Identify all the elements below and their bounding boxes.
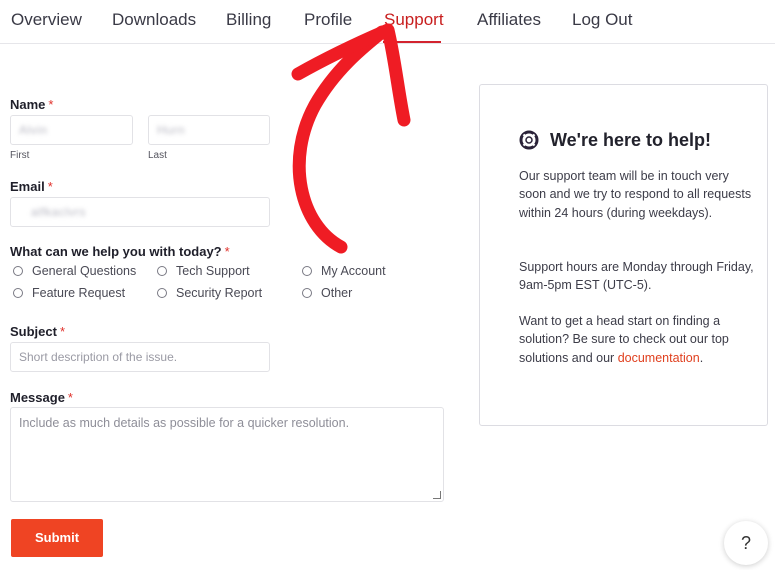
message-textarea[interactable]: Include as much details as possible for … xyxy=(10,407,444,502)
radio-circle[interactable] xyxy=(13,288,23,298)
radio-label: Other xyxy=(321,286,353,300)
radio-circle[interactable] xyxy=(13,266,23,276)
topic-label-text: What can we help you with today? xyxy=(10,244,222,259)
first-sublabel: First xyxy=(10,150,30,161)
radio-label: Security Report xyxy=(176,286,263,300)
last-sublabel: Last xyxy=(148,150,167,161)
subject-placeholder: Short description of the issue. xyxy=(19,350,178,364)
required-mark: * xyxy=(59,324,66,339)
help-card: We're here to help! Our support team wil… xyxy=(479,84,768,426)
tab-billing[interactable]: Billing xyxy=(226,10,271,30)
tab-downloads[interactable]: Downloads xyxy=(112,10,196,30)
radio-circle[interactable] xyxy=(302,266,312,276)
tab-log-out[interactable]: Log Out xyxy=(572,10,633,30)
help-card-paragraph-3: Want to get a head start on finding a so… xyxy=(519,312,754,367)
email-input[interactable]: alfkaclvrs xyxy=(10,197,270,227)
help-card-paragraph-1: Our support team will be in touch very s… xyxy=(519,169,752,220)
radio-label: General Questions xyxy=(32,264,137,278)
email-label-text: Email xyxy=(10,179,45,194)
email-label: Email * xyxy=(10,179,53,194)
last-name-input[interactable]: Hurn xyxy=(148,115,270,145)
tab-overview[interactable]: Overview xyxy=(11,10,82,30)
radio-tech-support[interactable]: Tech Support xyxy=(157,264,250,278)
radio-circle[interactable] xyxy=(302,288,312,298)
required-mark: * xyxy=(224,244,230,259)
required-mark: * xyxy=(48,97,54,112)
tab-support[interactable]: Support xyxy=(384,10,444,30)
name-label: Name * xyxy=(10,97,53,112)
name-label-text: Name xyxy=(10,97,46,112)
radio-circle[interactable] xyxy=(157,266,167,276)
account-tabs: Overview Downloads Billing Profile Suppo… xyxy=(0,0,775,44)
radio-circle[interactable] xyxy=(157,288,167,298)
last-name-value: Hurn xyxy=(157,123,186,137)
radio-my-account[interactable]: My Account xyxy=(302,264,386,278)
help-card-paragraph-2: Support hours are Monday through Friday,… xyxy=(519,260,754,293)
radio-label: My Account xyxy=(321,264,386,278)
help-button[interactable]: ? xyxy=(724,521,768,565)
tab-affiliates[interactable]: Affiliates xyxy=(477,10,541,30)
topic-label: What can we help you with today? * xyxy=(10,244,230,259)
radio-feature-request[interactable]: Feature Request xyxy=(13,286,125,300)
submit-button[interactable]: Submit xyxy=(11,519,103,557)
lifebuoy-icon xyxy=(519,130,539,150)
email-value: alfkaclvrs xyxy=(31,205,87,219)
required-mark: * xyxy=(47,179,53,194)
first-name-input[interactable]: Alvin xyxy=(10,115,133,145)
message-label: Message * xyxy=(10,390,73,405)
radio-general-questions[interactable]: General Questions xyxy=(13,264,136,278)
radio-other[interactable]: Other xyxy=(302,286,352,300)
subject-label: Subject * xyxy=(10,324,65,339)
required-mark: * xyxy=(67,390,73,405)
radio-security-report[interactable]: Security Report xyxy=(157,286,262,300)
first-name-value: Alvin xyxy=(19,123,48,137)
tab-profile[interactable]: Profile xyxy=(304,10,352,30)
help-card-paragraph-3-end: . xyxy=(699,350,704,365)
help-card-title: We're here to help! xyxy=(550,130,711,150)
message-label-text: Message xyxy=(10,390,65,405)
message-placeholder: Include as much details as possible for … xyxy=(19,416,350,430)
subject-label-text: Subject xyxy=(10,324,57,339)
documentation-link[interactable]: documentation xyxy=(618,351,700,365)
resize-handle-icon[interactable] xyxy=(433,491,441,499)
active-tab-indicator xyxy=(383,41,441,43)
radio-label: Tech Support xyxy=(176,264,250,278)
subject-input[interactable]: Short description of the issue. xyxy=(10,342,270,372)
radio-label: Feature Request xyxy=(32,286,126,300)
